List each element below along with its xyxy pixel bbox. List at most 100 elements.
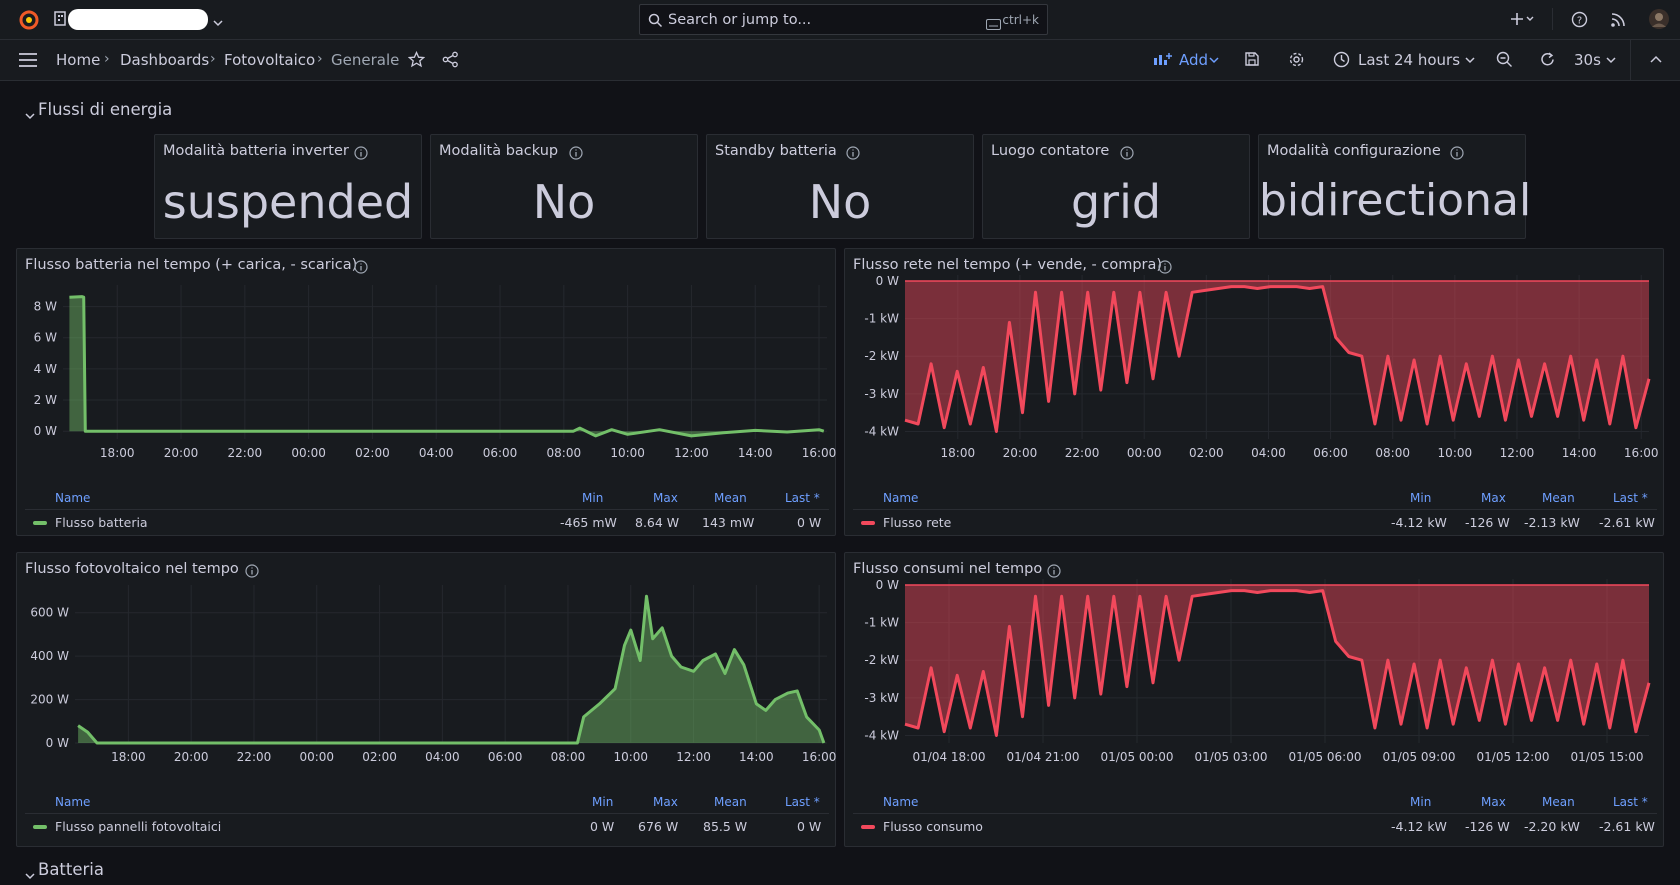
stat-panel-battery-standby: Standby batteria No [706,134,974,239]
y-tick-label: 600 W [30,606,69,620]
legend-min: -4.12 kW [1391,819,1447,834]
legend-max: 8.64 W [635,515,680,530]
add-button[interactable]: Add [1179,51,1208,69]
legend-header-name[interactable]: Name [55,491,90,505]
legend-header-name[interactable]: Name [883,491,918,505]
row-title-energy-flows[interactable]: Flussi di energia [38,100,172,119]
y-tick-label: 0 W [46,736,69,750]
timeseries-panel-battery: Flusso batteria nel tempo (+ carica, - s… [16,248,836,536]
breadcrumb-dashboards[interactable]: Dashboards [120,51,209,69]
news-feed-icon[interactable] [1610,11,1627,28]
y-tick-label: -4 kW [864,728,899,742]
info-icon[interactable] [1450,145,1464,160]
y-tick-label: 4 W [34,362,57,376]
breadcrumb-folder[interactable]: Fotovoltaico [224,51,315,69]
row-collapse-chevron-icon[interactable] [25,866,35,880]
row-collapse-chevron-icon[interactable] [25,106,35,120]
legend-header-min[interactable]: Min [592,795,613,809]
y-tick-label: -3 kW [864,691,899,705]
x-tick-label: 14:00 [739,750,774,764]
legend-series-name[interactable]: Flusso consumo [883,819,983,834]
legend-last: 0 W [797,515,822,530]
star-icon[interactable] [408,51,425,68]
info-icon[interactable] [569,145,583,160]
x-tick-label: 01/04 21:00 [1007,750,1080,764]
info-icon[interactable] [354,145,368,160]
legend-header-name[interactable]: Name [55,795,90,809]
grafana-logo-icon[interactable] [18,9,40,31]
legend-last: -2.61 kW [1599,515,1655,530]
legend-last: -2.61 kW [1599,819,1655,834]
legend-header-last[interactable]: Last * [785,491,820,505]
new-plus-icon[interactable] [1510,11,1536,27]
legend-header-name[interactable]: Name [883,795,918,809]
legend-header-max[interactable]: Max [1481,795,1506,809]
y-tick-label: -2 kW [864,653,899,667]
legend-header-min[interactable]: Min [1410,795,1431,809]
y-tick-label: -1 kW [864,616,899,630]
refresh-icon[interactable] [1539,51,1556,68]
timeseries-panel-grid: Flusso rete nel tempo (+ vende, - compra… [844,248,1664,536]
zoom-out-icon[interactable] [1496,51,1513,68]
consumption-flow-chart[interactable]: 0 W -1 kW -2 kW -3 kW -4 kW 01/04 18:00 01/04 … [845,553,1665,783]
organization-switcher[interactable] [68,9,208,30]
user-avatar[interactable] [1648,8,1670,30]
legend-header-max[interactable]: Max [653,795,678,809]
legend-header-mean[interactable]: Mean [1542,491,1575,505]
x-tick-label: 01/05 09:00 [1383,750,1456,764]
y-tick-label: 0 W [34,424,57,438]
settings-gear-icon[interactable] [1288,51,1305,68]
row-title-battery[interactable]: Batteria [38,860,104,879]
help-icon[interactable]: ? [1571,11,1588,28]
legend-header-last[interactable]: Last * [785,795,820,809]
x-tick-label: 12:00 [1500,446,1535,460]
y-tick-label: 6 W [34,331,57,345]
legend-header-mean[interactable]: Mean [714,491,747,505]
legend-series-name[interactable]: Flusso batteria [55,515,148,530]
legend-header-min[interactable]: Min [1410,491,1431,505]
panel-title: Modalità backup [439,143,559,159]
time-range-picker[interactable]: Last 24 hours [1358,51,1460,69]
legend-header-mean[interactable]: Mean [714,795,747,809]
grid-flow-chart[interactable]: 0 W -1 kW -2 kW -3 kW -4 kW 18:00 20:00 22:00 00… [845,249,1665,479]
x-tick-label: 02:00 [362,750,397,764]
y-tick-label: 400 W [30,649,69,663]
search-input[interactable]: Search or jump to... ctrl+k [639,4,1048,35]
legend-series-name[interactable]: Flusso rete [883,515,951,530]
breadcrumb-home[interactable]: Home [56,51,100,69]
add-panel-icon[interactable] [1153,52,1173,66]
legend-mean: -2.13 kW [1524,515,1580,530]
chevron-down-icon[interactable] [1465,55,1475,65]
x-tick-label: 01/05 15:00 [1571,750,1644,764]
refresh-interval-picker[interactable]: 30s [1574,51,1601,69]
info-icon[interactable] [846,145,860,160]
legend-header-last[interactable]: Last * [1613,795,1648,809]
legend-header-max[interactable]: Max [1481,491,1506,505]
legend-header-max[interactable]: Max [653,491,678,505]
chevron-down-icon[interactable] [1606,55,1616,65]
collapse-chevron-up-icon[interactable] [1650,55,1662,65]
series-area [78,596,824,743]
search-shortcut: ctrl+k [1002,13,1039,27]
timeseries-panel-consumption: Flusso consumi nel tempo 0 W -1 kW -2 kW -3… [844,552,1664,847]
y-tick-label: 0 W [876,578,899,592]
legend-series-name[interactable]: Flusso pannelli fotovoltaici [55,819,221,834]
series-line [69,295,825,438]
menu-icon[interactable] [18,52,38,68]
legend-header-mean[interactable]: Mean [1542,795,1575,809]
info-icon[interactable] [1120,145,1134,160]
top-bar: Search or jump to... ctrl+k ? [0,0,1680,40]
save-dashboard-icon[interactable] [1244,51,1260,67]
stat-value: grid [1070,175,1162,229]
legend-header-min[interactable]: Min [582,491,603,505]
battery-flow-chart[interactable]: 8 W 6 W 4 W 2 W 0 W 18:00 20:00 22:00 00:00 02:00… [17,249,837,479]
chevron-down-icon[interactable] [1209,55,1219,65]
legend-swatch [861,521,875,525]
share-icon[interactable] [442,51,459,68]
legend-header-last[interactable]: Last * [1613,491,1648,505]
clock-icon[interactable] [1333,51,1350,68]
panel-title: Modalità configurazione [1267,143,1441,159]
photovoltaic-flow-chart[interactable]: 600 W 400 W 200 W 0 W 18:00 20:00 22:00 00:00 02… [17,553,837,783]
chevron-down-icon[interactable] [213,13,223,27]
x-tick-label: 20:00 [164,446,199,460]
